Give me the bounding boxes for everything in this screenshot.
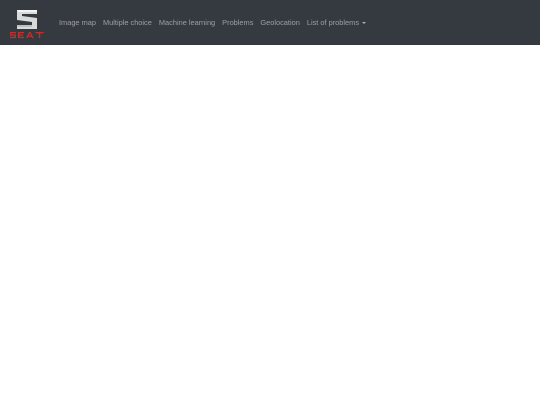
caret-down-icon bbox=[362, 21, 367, 24]
nav-item-multiple-choice[interactable]: Multiple choice bbox=[103, 18, 152, 26]
seat-logo-icon bbox=[10, 10, 44, 39]
nav-item-machine-learning[interactable]: Machine learning bbox=[159, 18, 215, 26]
nav-item-list-of-problems-label: List of problems bbox=[306, 17, 360, 27]
nav-item-geolocation[interactable]: Geolocation bbox=[260, 18, 299, 26]
top-navbar: Image map Multiple choice Machine learni… bbox=[0, 0, 540, 45]
nav-links: Image map Multiple choice Machine learni… bbox=[59, 0, 373, 45]
nav-item-problems[interactable]: Problems bbox=[222, 18, 253, 26]
main-content bbox=[0, 45, 540, 405]
nav-item-image-map[interactable]: Image map bbox=[59, 18, 96, 26]
nav-item-list-of-problems[interactable]: List of problems bbox=[306, 17, 367, 27]
brand-logo[interactable] bbox=[9, 7, 46, 39]
